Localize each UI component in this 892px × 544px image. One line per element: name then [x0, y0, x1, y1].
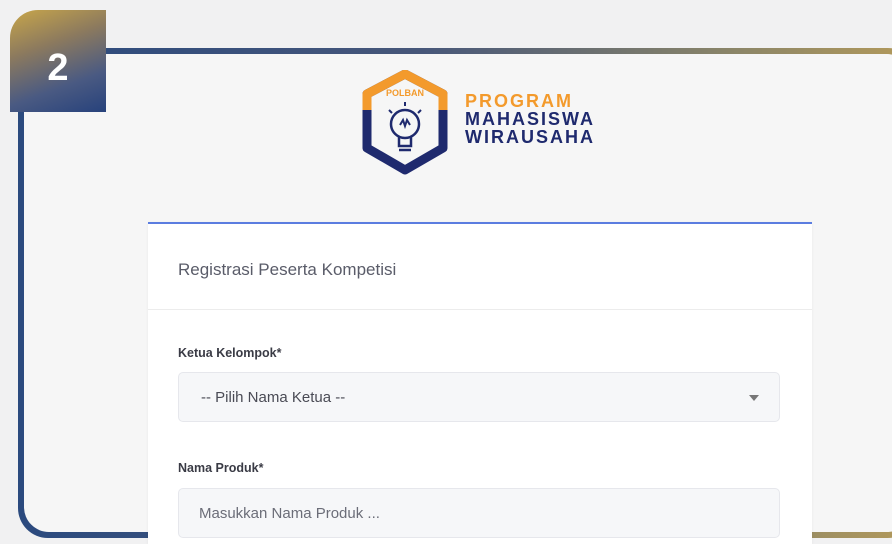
brand-line-mahasiswa: MAHASISWA — [465, 109, 595, 129]
brand-name: PROGRAM MAHASISWA WIRAUSAHA — [465, 92, 595, 146]
leader-label: Ketua Kelompok* — [178, 346, 282, 360]
card-title: Registrasi Peserta Kompetisi — [148, 224, 812, 310]
leader-select-value: -- Pilih Nama Ketua -- — [201, 388, 346, 406]
brand-line-program: PROGRAM — [465, 91, 573, 111]
pmw-logo: POLBAN PROGRAM MAHASISWA WIRAUSAHA — [355, 70, 615, 175]
product-name-input[interactable] — [178, 488, 780, 538]
registration-card: Registrasi Peserta Kompetisi Ketua Kelom… — [148, 222, 812, 544]
leader-select[interactable]: -- Pilih Nama Ketua -- — [178, 372, 780, 422]
brand-line-wirausaha: WIRAUSAHA — [465, 127, 595, 147]
step-number: 2 — [47, 47, 69, 89]
product-label: Nama Produk* — [178, 461, 264, 475]
lightbulb-hexagon-icon: POLBAN — [362, 70, 448, 175]
step-badge: 2 — [10, 10, 106, 112]
chevron-down-icon — [749, 395, 759, 401]
polban-text: POLBAN — [386, 88, 424, 98]
